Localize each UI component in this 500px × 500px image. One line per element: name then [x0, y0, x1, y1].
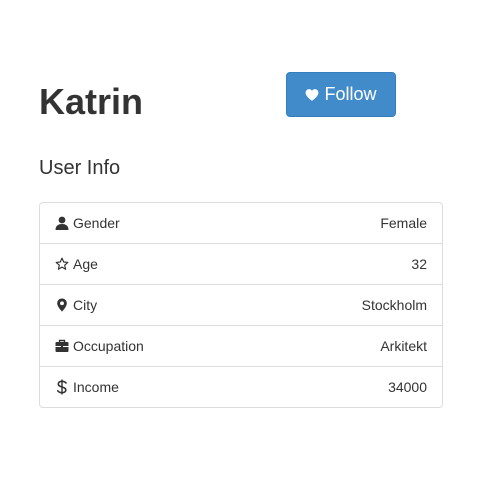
info-row-age: Age 32: [40, 243, 442, 284]
info-label: Age: [73, 256, 98, 272]
info-value: Arkitekt: [380, 338, 427, 354]
user-info-list: Gender Female Age 32 City Stockholm Occu…: [39, 202, 443, 408]
info-row-income: Income 34000: [40, 366, 442, 407]
map-marker-icon: [55, 298, 69, 312]
profile-name: Katrin: [39, 81, 144, 122]
info-label: City: [73, 297, 98, 313]
info-value: Stockholm: [361, 297, 427, 313]
user-icon: [55, 216, 69, 230]
follow-button-label: Follow: [324, 84, 377, 104]
info-value: 32: [411, 256, 427, 272]
profile-page: Katrin Follow User Info Gender Female Ag…: [0, 0, 500, 500]
follow-button[interactable]: Follow: [286, 72, 396, 117]
info-row-occupation: Occupation Arkitekt: [40, 325, 442, 366]
info-row-city: City Stockholm: [40, 284, 442, 325]
star-outline-icon: [55, 257, 69, 271]
heart-icon: [305, 88, 319, 102]
briefcase-icon: [55, 339, 69, 353]
info-value: Female: [380, 215, 427, 231]
dollar-icon: [55, 379, 69, 395]
info-row-gender: Gender Female: [40, 203, 442, 243]
user-info-title: User Info: [39, 157, 121, 179]
info-label: Gender: [73, 215, 120, 231]
info-label: Occupation: [73, 338, 144, 354]
info-value: 34000: [388, 379, 427, 395]
info-label: Income: [73, 379, 119, 395]
